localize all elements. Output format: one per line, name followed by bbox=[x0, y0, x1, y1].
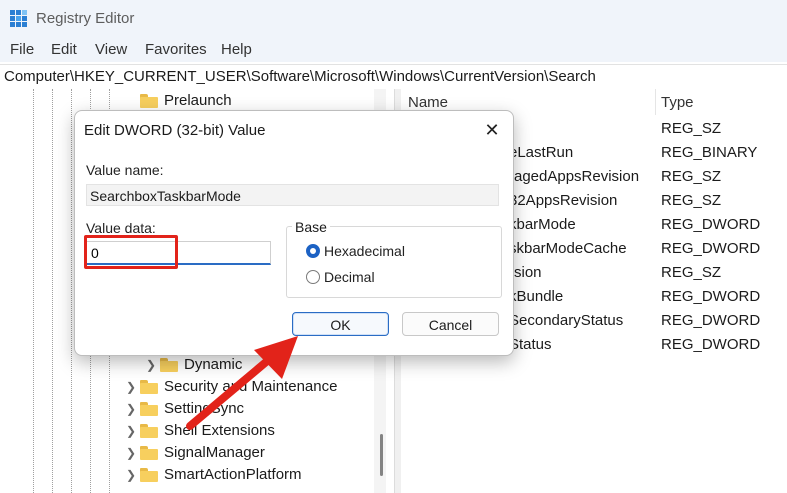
value-row-name: skbarModeCache bbox=[509, 240, 627, 257]
value-row-name: ragedAppsRevision bbox=[509, 168, 640, 185]
tree-item-shell-extensions[interactable]: ❯ Shell Extensions bbox=[120, 421, 370, 443]
folder-icon bbox=[140, 380, 158, 394]
ok-button[interactable]: OK bbox=[292, 312, 389, 336]
chevron-right-icon[interactable]: ❯ bbox=[126, 380, 138, 394]
value-row-type: REG_DWORD bbox=[661, 240, 761, 257]
tree-item-settingsync[interactable]: ❯ SettingSync bbox=[120, 399, 370, 421]
folder-icon bbox=[140, 424, 158, 438]
value-row-name: 32AppsRevision bbox=[509, 192, 618, 209]
address-bar[interactable]: Computer\HKEY_CURRENT_USER\Software\Micr… bbox=[0, 64, 787, 90]
tree-item-security-and-maintenance[interactable]: ❯ Security and Maintenance bbox=[120, 377, 370, 399]
menu-bar: File Edit View Favorites Help bbox=[0, 38, 787, 62]
tree-item-signalmanager[interactable]: ❯ SignalManager bbox=[120, 443, 370, 465]
tree-guide-line bbox=[52, 89, 53, 493]
tree-item-dynamic[interactable]: ❯ Dynamic bbox=[140, 355, 370, 377]
tree-scrollbar-thumb[interactable] bbox=[380, 434, 383, 476]
cancel-button[interactable]: Cancel bbox=[402, 312, 499, 336]
window-title: Registry Editor bbox=[36, 10, 135, 27]
value-name-field: SearchboxTaskbarMode bbox=[86, 184, 499, 206]
menu-view[interactable]: View bbox=[95, 41, 127, 58]
close-icon[interactable]: ✕ bbox=[479, 117, 505, 143]
value-row-name: kbarMode bbox=[509, 216, 576, 233]
chevron-right-icon[interactable]: ❯ bbox=[126, 468, 138, 482]
value-row-type: REG_SZ bbox=[661, 120, 722, 137]
value-name-label: Value name: bbox=[86, 162, 164, 178]
hexadecimal-label[interactable]: Hexadecimal bbox=[324, 243, 405, 259]
chevron-right-icon[interactable]: ❯ bbox=[126, 424, 138, 438]
decimal-radio[interactable] bbox=[306, 270, 320, 284]
column-header-type[interactable]: Type bbox=[661, 89, 694, 115]
folder-icon bbox=[140, 468, 158, 482]
title-bar: Registry Editor bbox=[0, 0, 787, 38]
base-group bbox=[286, 226, 502, 298]
value-row-type: REG_SZ bbox=[661, 168, 722, 185]
menu-favorites[interactable]: Favorites bbox=[145, 41, 207, 58]
chevron-right-icon[interactable]: ❯ bbox=[126, 402, 138, 416]
value-row-name: Status bbox=[509, 336, 552, 353]
value-row-type: REG_DWORD bbox=[661, 216, 761, 233]
value-row-type: REG_BINARY bbox=[661, 144, 758, 161]
folder-icon bbox=[140, 94, 158, 108]
value-row-type: REG_SZ bbox=[661, 264, 722, 281]
folder-icon bbox=[140, 402, 158, 416]
edit-dword-dialog: Edit DWORD (32-bit) Value ✕ Value name: … bbox=[74, 110, 514, 356]
tree-item-smartactionplatform[interactable]: ❯ SmartActionPlatform bbox=[120, 465, 370, 487]
dialog-title: Edit DWORD (32-bit) Value bbox=[84, 122, 266, 139]
value-data-label: Value data: bbox=[86, 220, 156, 236]
base-label: Base bbox=[292, 219, 330, 235]
column-divider[interactable] bbox=[655, 89, 656, 115]
value-row-type: REG_SZ bbox=[661, 192, 722, 209]
value-row-name: SecondaryStatus bbox=[509, 312, 624, 329]
value-row-type: REG_DWORD bbox=[661, 312, 761, 329]
value-row-name: kBundle bbox=[509, 288, 564, 305]
chevron-right-icon[interactable]: ❯ bbox=[146, 358, 158, 372]
chevron-right-icon[interactable]: ❯ bbox=[126, 446, 138, 460]
address-path: Computer\HKEY_CURRENT_USER\Software\Micr… bbox=[4, 68, 596, 85]
folder-icon bbox=[160, 358, 178, 372]
registry-editor-icon bbox=[10, 10, 27, 27]
value-row-name: eLastRun bbox=[509, 144, 574, 161]
decimal-label[interactable]: Decimal bbox=[324, 269, 375, 285]
folder-icon bbox=[140, 446, 158, 460]
menu-help[interactable]: Help bbox=[221, 41, 252, 58]
value-row-type: REG_DWORD bbox=[661, 288, 761, 305]
annotation-highlight-box bbox=[84, 235, 178, 269]
value-row-type: REG_DWORD bbox=[661, 336, 761, 353]
tree-guide-line bbox=[33, 89, 34, 493]
menu-file[interactable]: File bbox=[10, 41, 34, 58]
hexadecimal-radio[interactable] bbox=[306, 244, 320, 258]
tree-guide-line bbox=[71, 89, 72, 493]
menu-edit[interactable]: Edit bbox=[51, 41, 77, 58]
